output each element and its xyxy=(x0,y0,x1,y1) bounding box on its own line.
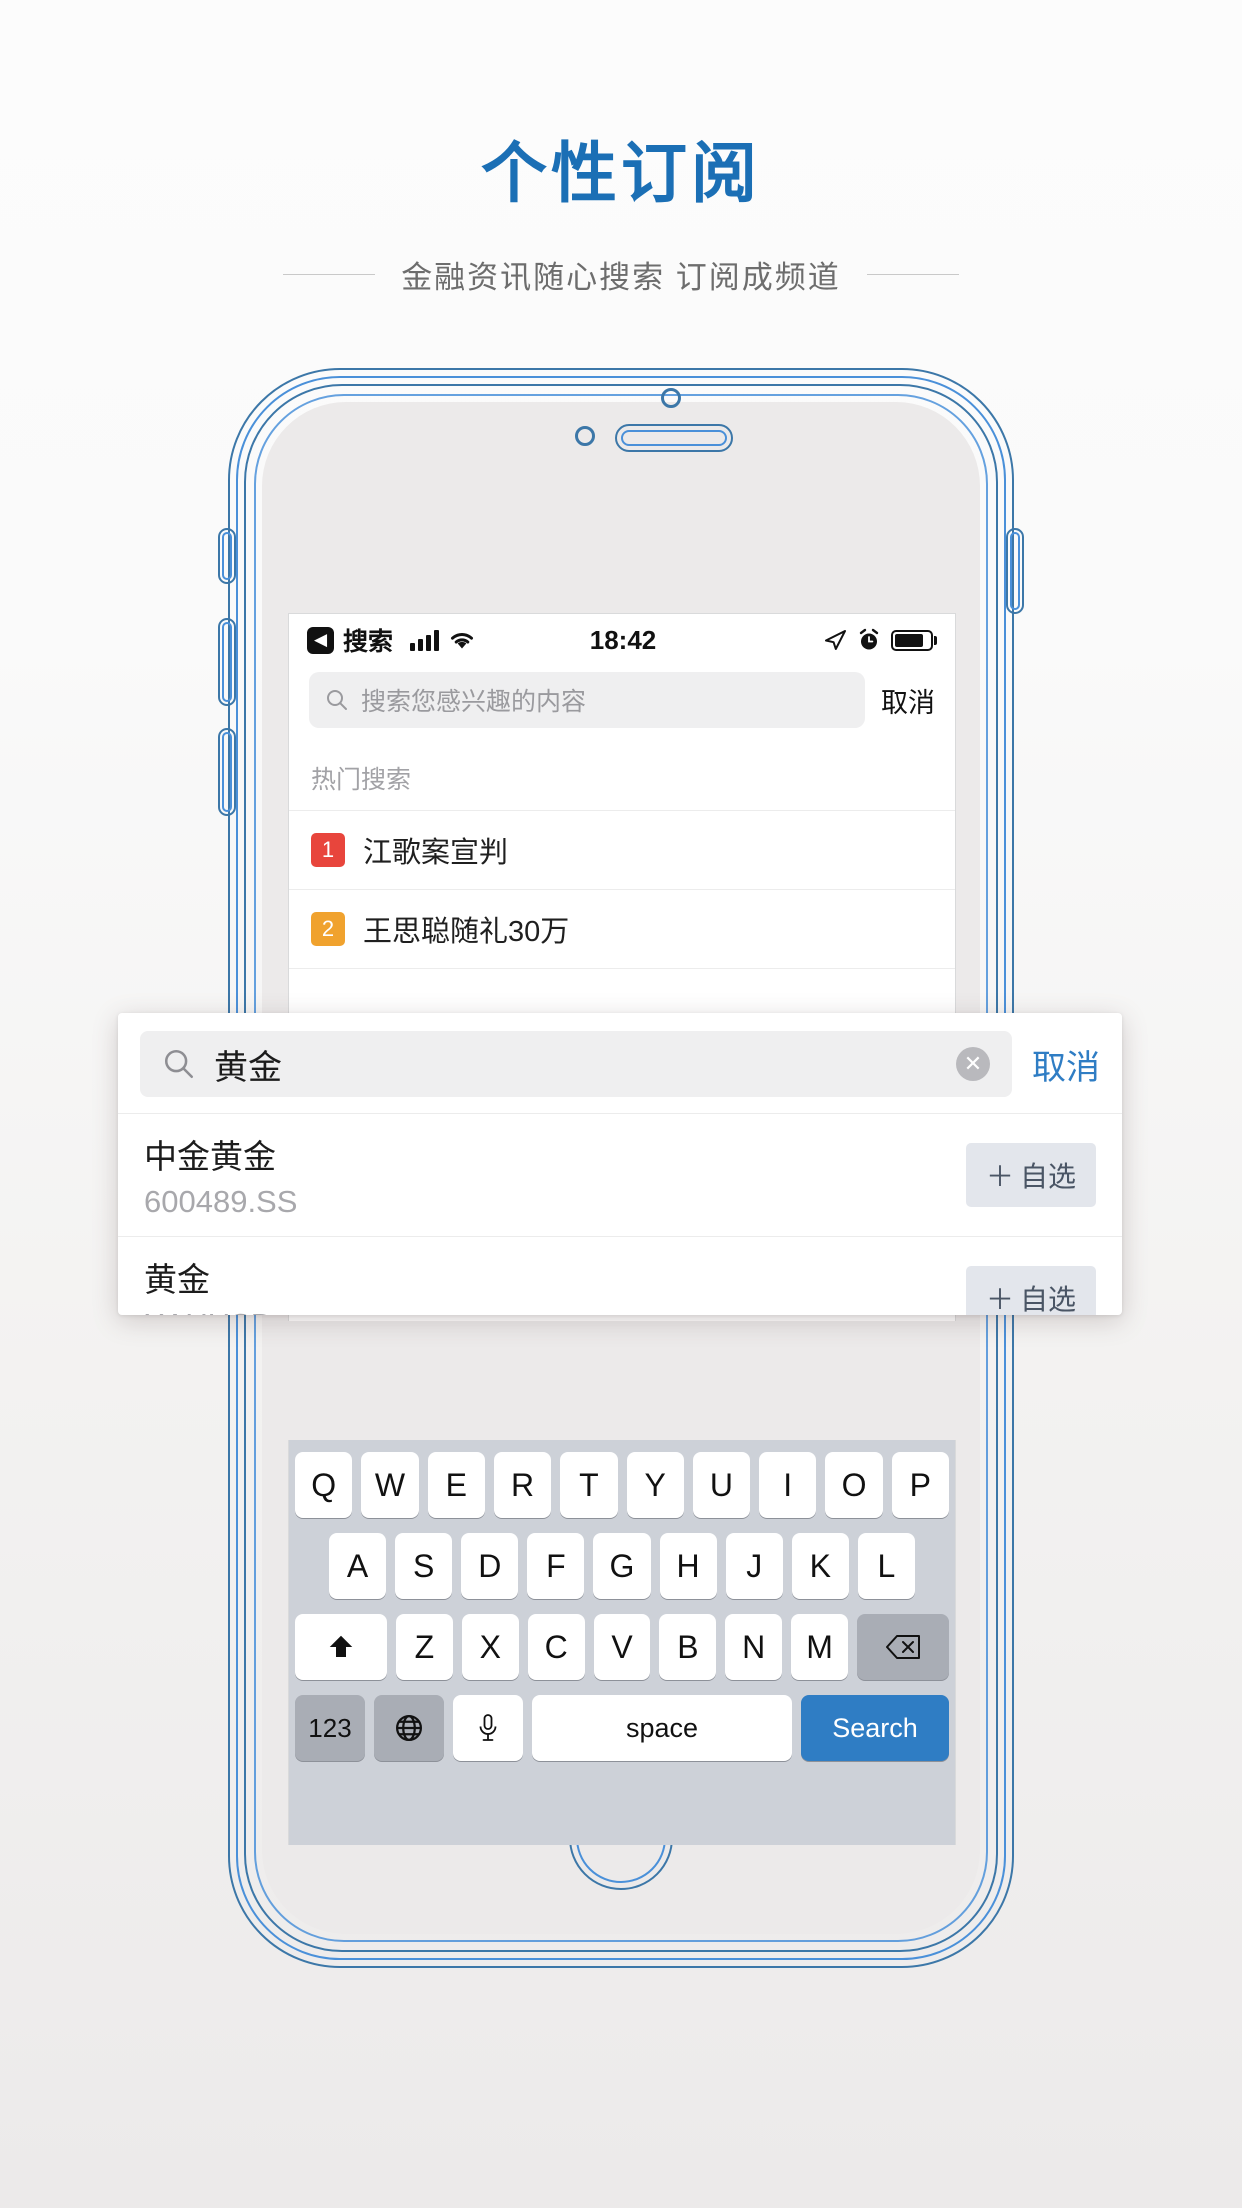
globe-icon[interactable] xyxy=(374,1695,444,1761)
key-c[interactable]: C xyxy=(527,1614,585,1680)
key-r[interactable]: R xyxy=(493,1452,552,1518)
rank-badge: 1 xyxy=(311,833,345,867)
numeric-key[interactable]: 123 xyxy=(295,1695,365,1761)
overlay-search-input[interactable]: 黄金 ✕ xyxy=(140,1031,1012,1097)
power-button[interactable] xyxy=(1006,528,1024,614)
space-key[interactable]: space xyxy=(532,1695,792,1761)
subtitle-divider-right xyxy=(866,274,959,275)
subtitle-divider-left xyxy=(283,274,376,275)
key-t[interactable]: T xyxy=(560,1452,618,1518)
add-watchlist-button[interactable]: ＋ 自选 xyxy=(965,1266,1096,1315)
key-e[interactable]: E xyxy=(427,1452,485,1518)
key-h[interactable]: H xyxy=(659,1533,717,1599)
search-placeholder: 搜索您感兴趣的内容 xyxy=(361,688,587,716)
list-item[interactable]: 2 王思聪随礼30万 xyxy=(289,889,955,968)
key-q[interactable]: Q xyxy=(295,1452,353,1518)
add-watchlist-button[interactable]: ＋ 自选 xyxy=(965,1143,1096,1207)
result-name: 黄金 xyxy=(144,1261,210,1298)
volume-up-button[interactable] xyxy=(218,618,236,706)
search-icon xyxy=(162,1047,196,1081)
ambient-sensor-icon xyxy=(575,426,595,446)
result-name: 中金黄金 xyxy=(144,1138,276,1175)
plus-icon: ＋ xyxy=(985,1284,1014,1315)
search-input[interactable]: 搜索您感兴趣的内容 xyxy=(309,672,865,728)
search-overlay-card: 黄金 ✕ 取消 中金黄金 600489.SS ＋ 自选 黄金 XAUUSD ＋ … xyxy=(118,1013,1122,1315)
keyboard-row-2: A S D F G H J K L xyxy=(295,1533,949,1599)
search-icon xyxy=(325,688,349,712)
key-s[interactable]: S xyxy=(395,1533,453,1599)
keyboard-row-1: Q W E R T Y U I O P xyxy=(295,1452,949,1518)
rank-badge: 2 xyxy=(311,912,345,946)
location-arrow-icon xyxy=(823,628,847,652)
key-f[interactable]: F xyxy=(527,1533,585,1599)
key-j[interactable]: J xyxy=(725,1533,783,1599)
key-v[interactable]: V xyxy=(593,1614,651,1680)
table-row[interactable]: 中金黄金 600489.SS ＋ 自选 xyxy=(118,1113,1122,1236)
page-title: 个性订阅 xyxy=(481,136,761,210)
overlay-search-row: 黄金 ✕ 取消 xyxy=(118,1013,1122,1113)
keyboard-row-4: 123 space Search xyxy=(295,1695,949,1761)
key-l[interactable]: L xyxy=(857,1533,915,1599)
key-z[interactable]: Z xyxy=(396,1614,453,1680)
hot-search-title: 热门搜索 xyxy=(311,766,412,794)
clear-circle-icon[interactable]: ✕ xyxy=(956,1047,990,1081)
table-row[interactable]: 黄金 XAUUSD ＋ 自选 xyxy=(118,1236,1122,1315)
page-subtitle: 金融资讯随心搜索 订阅成频道 xyxy=(401,260,841,295)
key-x[interactable]: X xyxy=(461,1614,519,1680)
hot-search-label: 江歌案宣判 xyxy=(363,837,509,869)
key-y[interactable]: Y xyxy=(626,1452,684,1518)
battery-icon xyxy=(891,629,937,651)
virtual-keyboard: Q W E R T Y U I O P A S D F G H J K L Z … xyxy=(288,1440,956,1845)
earpiece-speaker xyxy=(615,424,733,452)
key-u[interactable]: U xyxy=(692,1452,751,1518)
add-watchlist-label: 自选 xyxy=(1019,1284,1076,1315)
key-i[interactable]: I xyxy=(759,1452,817,1518)
page-root: 个性订阅 金融资讯随心搜索 订阅成频道 18:42 ◀ 搜索 搜索您感兴趣的内容… xyxy=(0,0,1242,2208)
alarm-clock-icon xyxy=(857,628,881,652)
key-a[interactable]: A xyxy=(329,1533,387,1599)
keyboard-row-3: Z X C V B N M xyxy=(295,1614,950,1680)
overlay-search-value: 黄金 xyxy=(214,1048,282,1087)
search-cancel-button[interactable]: 取消 xyxy=(881,681,935,720)
volume-down-button[interactable] xyxy=(218,728,236,816)
backspace-icon[interactable] xyxy=(857,1614,950,1680)
add-watchlist-label: 自选 xyxy=(1019,1161,1076,1192)
search-key[interactable]: Search xyxy=(801,1695,949,1761)
hot-search-label: 王思聪随礼30万 xyxy=(363,916,570,948)
key-n[interactable]: N xyxy=(725,1614,783,1680)
status-bar: 18:42 ◀ 搜索 xyxy=(289,614,955,666)
result-code: 600489.SS xyxy=(144,1184,298,1219)
key-k[interactable]: K xyxy=(791,1533,849,1599)
list-item[interactable]: 1 江歌案宣判 xyxy=(289,810,955,889)
microphone-icon[interactable] xyxy=(453,1695,523,1761)
shift-arrow-icon[interactable] xyxy=(295,1614,387,1680)
key-g[interactable]: G xyxy=(593,1533,651,1599)
result-code: XAUUSD xyxy=(144,1307,966,1315)
key-w[interactable]: W xyxy=(361,1452,419,1518)
plus-icon: ＋ xyxy=(985,1161,1014,1192)
key-b[interactable]: B xyxy=(659,1614,717,1680)
mute-switch[interactable] xyxy=(218,528,236,584)
front-camera-icon xyxy=(661,388,681,408)
key-p[interactable]: P xyxy=(891,1452,949,1518)
overlay-cancel-button[interactable]: 取消 xyxy=(1032,1040,1100,1089)
screen-search-row: 搜索您感兴趣的内容 取消 xyxy=(289,666,955,744)
key-o[interactable]: O xyxy=(825,1452,883,1518)
subtitle-group: 金融资讯随心搜索 订阅成频道 xyxy=(0,252,1242,297)
key-d[interactable]: D xyxy=(461,1533,519,1599)
key-m[interactable]: M xyxy=(791,1614,849,1680)
